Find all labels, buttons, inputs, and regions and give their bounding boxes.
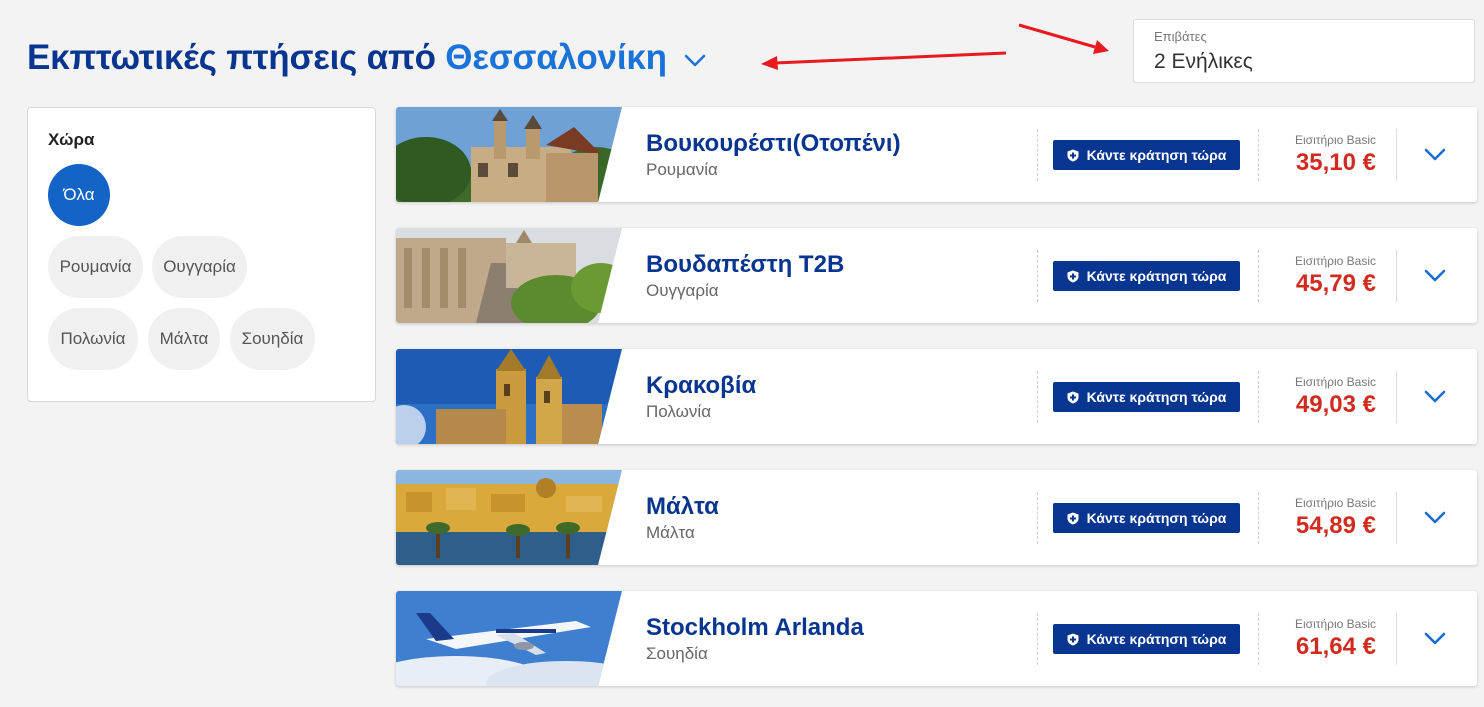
flight-card[interactable]: Βουδαπέστη T2B Ουγγαρία Κάντε κράτηση τώ…: [396, 228, 1477, 323]
passengers-value: 2 Ενήλικες: [1154, 50, 1253, 73]
shield-icon: [1067, 633, 1079, 645]
divider: [1037, 250, 1038, 302]
country-filter-title: Χώρα: [48, 130, 95, 149]
destination-country: Πολωνία: [646, 402, 712, 421]
annotation-arrow-left: [774, 51, 1007, 65]
filter-chip-romania[interactable]: Ρουμανία: [48, 236, 143, 298]
divider: [1037, 371, 1038, 423]
expand-chevron-icon[interactable]: [1414, 261, 1456, 291]
book-now-button[interactable]: Κάντε κράτηση τώρα: [1053, 140, 1240, 170]
destination-photo: [396, 470, 622, 565]
fare-price: 54,89 €: [1295, 512, 1376, 539]
page-title: Εκπτωτικές πτήσεις από Θεσσαλονίκη: [27, 38, 706, 78]
divider: [1037, 492, 1038, 544]
divider: [1396, 492, 1397, 544]
destination-country: Ρουμανία: [646, 160, 718, 179]
passengers-selector[interactable]: Επιβάτες 2 Ενήλικες: [1133, 19, 1475, 83]
flight-card[interactable]: Μάλτα Μάλτα Κάντε κράτηση τώρα Εισιτήριο…: [396, 470, 1477, 565]
flight-card[interactable]: Κρακοβία Πολωνία Κάντε κράτηση τώρα Εισι…: [396, 349, 1477, 444]
filter-chip-malta[interactable]: Μάλτα: [148, 308, 220, 370]
departure-city-selector[interactable]: Θεσσαλονίκη: [445, 38, 667, 77]
expand-chevron-icon[interactable]: [1414, 140, 1456, 170]
destination-photo: [396, 591, 622, 686]
shield-icon: [1067, 270, 1079, 282]
fare-type-label: Εισιτήριο Basic: [1295, 254, 1376, 268]
flight-card[interactable]: Stockholm Arlanda Σουηδία Κάντε κράτηση …: [396, 591, 1477, 686]
divider: [1396, 613, 1397, 665]
destination-photo: [396, 228, 622, 323]
destination-photo: [396, 349, 622, 444]
destination-name: Μάλτα: [646, 493, 719, 520]
book-now-label: Κάντε κράτηση τώρα: [1086, 147, 1227, 163]
divider: [1396, 129, 1397, 181]
country-filter-panel: Χώρα Όλα Ρουμανία Ουγγαρία Πολωνία Μάλτα…: [27, 107, 376, 402]
filter-chip-hungary[interactable]: Ουγγαρία: [152, 236, 247, 298]
fare-price: 61,64 €: [1295, 633, 1376, 660]
shield-icon: [1067, 149, 1079, 161]
expand-chevron-icon[interactable]: [1414, 624, 1456, 654]
book-now-button[interactable]: Κάντε κράτηση τώρα: [1053, 261, 1240, 291]
destination-country: Σουηδία: [646, 644, 708, 663]
divider: [1396, 371, 1397, 423]
shield-icon: [1067, 512, 1079, 524]
destination-country: Ουγγαρία: [646, 281, 719, 300]
book-now-button[interactable]: Κάντε κράτηση τώρα: [1053, 382, 1240, 412]
page-title-prefix: Εκπτωτικές πτήσεις από: [27, 38, 436, 77]
annotation-arrowhead-right: [1093, 40, 1109, 54]
filter-chip-sweden[interactable]: Σουηδία: [230, 308, 315, 370]
shield-icon: [1067, 391, 1079, 403]
book-now-button[interactable]: Κάντε κράτηση τώρα: [1053, 624, 1240, 654]
expand-chevron-icon[interactable]: [1414, 382, 1456, 412]
annotation-arrowhead-left: [761, 56, 778, 70]
fare-price: 45,79 €: [1295, 270, 1376, 297]
fare-price: 49,03 €: [1295, 391, 1376, 418]
expand-chevron-icon[interactable]: [1414, 503, 1456, 533]
filter-chip-all[interactable]: Όλα: [48, 164, 110, 226]
destination-name: Βουδαπέστη T2B: [646, 251, 845, 278]
book-now-button[interactable]: Κάντε κράτηση τώρα: [1053, 503, 1240, 533]
annotation-arrow-right: [1018, 23, 1096, 49]
chevron-down-icon[interactable]: [684, 37, 706, 77]
divider: [1037, 613, 1038, 665]
destination-name: Stockholm Arlanda: [646, 614, 864, 641]
fare-type-label: Εισιτήριο Basic: [1295, 496, 1376, 510]
filter-chip-poland[interactable]: Πολωνία: [48, 308, 138, 370]
flight-card[interactable]: Βουκουρέστι(Οτοπένι) Ρουμανία Κάντε κράτ…: [396, 107, 1477, 202]
book-now-label: Κάντε κράτηση τώρα: [1086, 631, 1227, 647]
book-now-label: Κάντε κράτηση τώρα: [1086, 510, 1227, 526]
destination-country: Μάλτα: [646, 523, 695, 542]
divider: [1396, 250, 1397, 302]
passengers-label: Επιβάτες: [1154, 29, 1207, 44]
destination-photo: [396, 107, 622, 202]
fare-type-label: Εισιτήριο Basic: [1295, 133, 1376, 147]
destination-name: Βουκουρέστι(Οτοπένι): [646, 130, 901, 157]
destination-name: Κρακοβία: [646, 372, 757, 399]
book-now-label: Κάντε κράτηση τώρα: [1086, 389, 1227, 405]
fare-type-label: Εισιτήριο Basic: [1295, 375, 1376, 389]
fare-price: 35,10 €: [1295, 149, 1376, 176]
divider: [1037, 129, 1038, 181]
book-now-label: Κάντε κράτηση τώρα: [1086, 268, 1227, 284]
fare-type-label: Εισιτήριο Basic: [1295, 617, 1376, 631]
